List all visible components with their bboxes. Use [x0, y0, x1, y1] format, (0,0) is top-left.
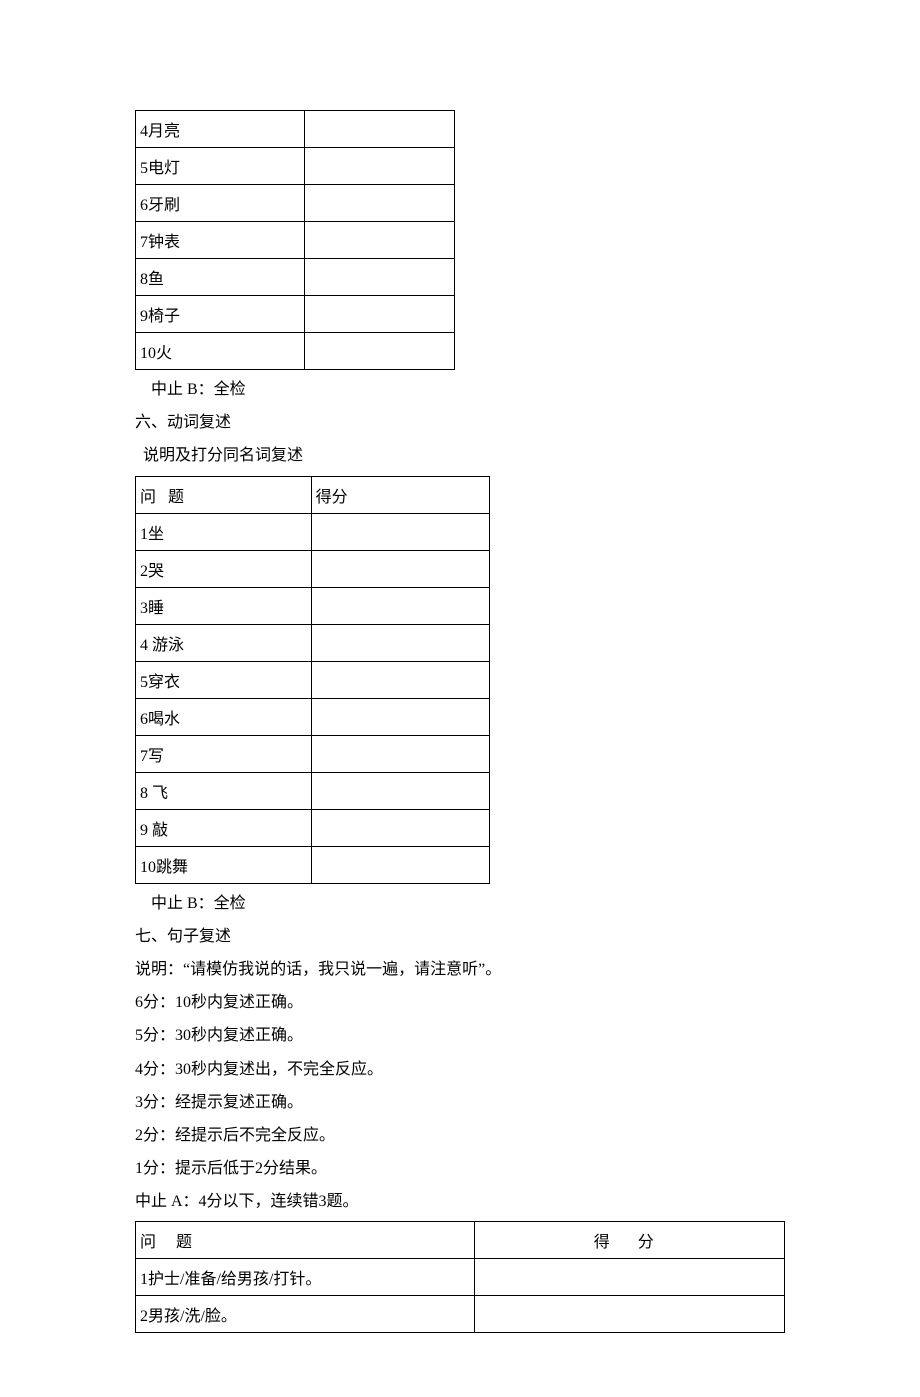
- criteria-line: 5分：30秒内复述正确。: [135, 1022, 785, 1049]
- table-row: 4月亮: [136, 111, 455, 148]
- item-score: [305, 333, 455, 370]
- col-score: 得分: [311, 476, 489, 513]
- criteria-line: 3分：经提示复述正确。: [135, 1089, 785, 1116]
- item-score: [305, 111, 455, 148]
- item-label: 6牙刷: [136, 185, 305, 222]
- item-label: 1坐: [136, 513, 312, 550]
- item-label: 9椅子: [136, 296, 305, 333]
- section-6-note: 说明及打分同名词复述: [135, 442, 785, 469]
- item-score: [311, 550, 489, 587]
- item-label: 3睡: [136, 587, 312, 624]
- item-label: 1护士/准备/给男孩/打针。: [136, 1259, 475, 1296]
- table-row: 5电灯: [136, 148, 455, 185]
- item-score: [305, 185, 455, 222]
- item-score: [305, 259, 455, 296]
- table-row: 9椅子: [136, 296, 455, 333]
- table-row: 9 敲: [136, 809, 490, 846]
- item-label: 2男孩/洗/脸。: [136, 1296, 475, 1333]
- table-row: 1坐: [136, 513, 490, 550]
- item-label: 10跳舞: [136, 846, 312, 883]
- item-label: 5电灯: [136, 148, 305, 185]
- criteria-line: 2分：经提示后不完全反应。: [135, 1122, 785, 1149]
- item-score: [311, 698, 489, 735]
- table-row: 6牙刷: [136, 185, 455, 222]
- item-score: [311, 624, 489, 661]
- section-7-instruction: 说明：“请模仿我说的话，我只说一遍，请注意听”。: [135, 956, 785, 983]
- section-7-title: 七、句子复述: [135, 923, 785, 950]
- table-row: 7写: [136, 735, 490, 772]
- item-score: [311, 661, 489, 698]
- table-row: 8鱼: [136, 259, 455, 296]
- item-score: [311, 735, 489, 772]
- verb-repeat-table: 问 题 得分 1坐2哭3睡4 游泳5穿衣6喝水7写8 飞9 敲10跳舞: [135, 476, 490, 884]
- page-content: 4月亮5电灯6牙刷7钟表8鱼9椅子10火 中止 B：全检 六、动词复述 说明及打…: [0, 0, 920, 1397]
- criteria-line: 6分：10秒内复述正确。: [135, 989, 785, 1016]
- criteria-line: 中止 A：4分以下，连续错3题。: [135, 1188, 785, 1215]
- item-label: 8鱼: [136, 259, 305, 296]
- item-score: [311, 587, 489, 624]
- item-label: 8 飞: [136, 772, 312, 809]
- item-score: [305, 296, 455, 333]
- item-label: 7写: [136, 735, 312, 772]
- item-score: [311, 809, 489, 846]
- item-score: [311, 846, 489, 883]
- table-row: 2男孩/洗/脸。: [136, 1296, 785, 1333]
- item-score: [305, 222, 455, 259]
- table-row: 5穿衣: [136, 661, 490, 698]
- item-label: 4月亮: [136, 111, 305, 148]
- table-header-row: 问 题 得 分: [136, 1222, 785, 1259]
- noun-repeat-table-cont: 4月亮5电灯6牙刷7钟表8鱼9椅子10火: [135, 110, 455, 370]
- item-label: 4 游泳: [136, 624, 312, 661]
- col-question: 问 题: [136, 1222, 475, 1259]
- item-label: 7钟表: [136, 222, 305, 259]
- criteria-line: 1分：提示后低于2分结果。: [135, 1155, 785, 1182]
- sentence-repeat-table: 问 题 得 分 1护士/准备/给男孩/打针。2男孩/洗/脸。: [135, 1221, 785, 1333]
- table-row: 8 飞: [136, 772, 490, 809]
- table-row: 10火: [136, 333, 455, 370]
- item-score: [311, 513, 489, 550]
- table-header-row: 问 题 得分: [136, 476, 490, 513]
- item-score: [475, 1259, 785, 1296]
- criteria-line: 4分：30秒内复述出，不完全反应。: [135, 1056, 785, 1083]
- table-row: 4 游泳: [136, 624, 490, 661]
- table-row: 10跳舞: [136, 846, 490, 883]
- item-score: [311, 772, 489, 809]
- table-row: 3睡: [136, 587, 490, 624]
- table-row: 7钟表: [136, 222, 455, 259]
- stop-b-note-2: 中止 B：全检: [135, 890, 785, 917]
- section-6-title: 六、动词复述: [135, 409, 785, 436]
- item-label: 5穿衣: [136, 661, 312, 698]
- item-score: [475, 1296, 785, 1333]
- item-label: 10火: [136, 333, 305, 370]
- item-label: 9 敲: [136, 809, 312, 846]
- item-label: 6喝水: [136, 698, 312, 735]
- col-question: 问 题: [136, 476, 312, 513]
- table-row: 1护士/准备/给男孩/打针。: [136, 1259, 785, 1296]
- scoring-criteria: 6分：10秒内复述正确。 5分：30秒内复述正确。 4分：30秒内复述出，不完全反应…: [135, 989, 785, 1215]
- stop-b-note-1: 中止 B：全检: [135, 376, 785, 403]
- item-label: 2哭: [136, 550, 312, 587]
- table-row: 6喝水: [136, 698, 490, 735]
- item-score: [305, 148, 455, 185]
- table-row: 2哭: [136, 550, 490, 587]
- col-score: 得 分: [475, 1222, 785, 1259]
